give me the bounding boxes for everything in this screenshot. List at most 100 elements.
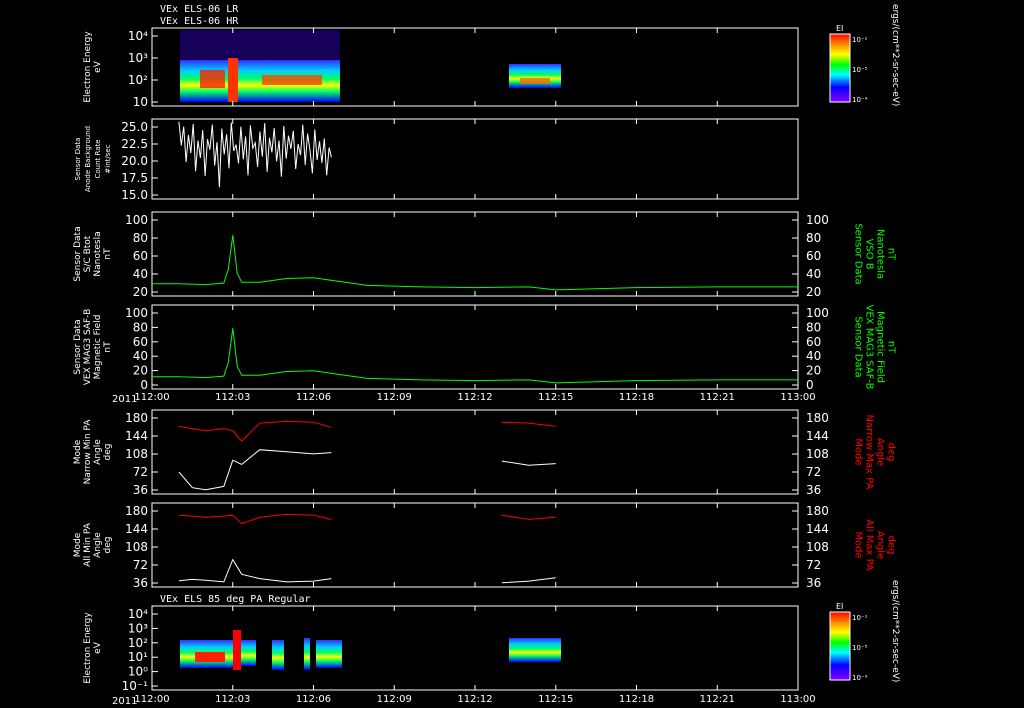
header-title-hr: VEx ELS-06 HR (160, 16, 239, 27)
series-line-pa-max (178, 513, 332, 525)
svg-text:10⁻⁵: 10⁻⁵ (852, 644, 868, 652)
time-tick-label: 112:15 (538, 694, 573, 705)
y-tick-label-right: 0 (806, 378, 814, 392)
svg-text:EI: EI (836, 24, 843, 33)
y-axis-label: Sensor Data (73, 319, 83, 374)
colorbar-units-bottom: ergs/(cm**2-sr-sec-eV) (890, 580, 900, 682)
panel-5-frame (151, 409, 799, 495)
y-tick-label-right: 60 (806, 335, 821, 349)
y-tick-label: 10² (128, 73, 148, 87)
y-tick-label: 15.0 (121, 188, 148, 202)
y-tick-label: 36 (133, 483, 148, 497)
y-axis-label: nT (103, 248, 113, 260)
y-tick-label: 72 (133, 558, 148, 572)
y-tick-label: 17.5 (121, 171, 148, 185)
svg-text:10⁻⁹: 10⁻⁹ (852, 96, 868, 104)
y-tick-label: 10³ (128, 621, 148, 635)
y-tick-label-right: 36 (806, 483, 821, 497)
y-axis-label-right: nT (886, 341, 897, 354)
spectrogram-bottom (180, 630, 561, 670)
y-axis-label: eV (93, 60, 103, 73)
y-axis-label: Anode Background (84, 126, 92, 192)
y-axis-label-right: Sensor Data (853, 223, 864, 284)
y-axis-label: Angle (93, 439, 103, 465)
y-axis-label: eV (93, 641, 103, 654)
time-tick-label: 112:09 (377, 392, 412, 403)
y-axis-label: All Min PA (83, 522, 93, 567)
series-line-bfield (152, 235, 798, 291)
y-axis-label: Angle (93, 532, 103, 558)
time-tick-label: 112:15 (538, 392, 573, 403)
y-tick-label: 100 (125, 306, 148, 320)
y-tick-label: 180 (125, 504, 148, 518)
y-axis-label-right: deg (886, 536, 897, 555)
y-tick-label: 100 (125, 213, 148, 227)
y-axis-label-right: VSO B (864, 238, 875, 269)
y-tick-label-right: 60 (806, 249, 821, 263)
y-tick-label: 40 (133, 267, 148, 281)
header-title-lr: VEx ELS-06 LR (160, 4, 239, 15)
y-tick-label-right: 40 (806, 267, 821, 281)
series-line-pa-min (178, 449, 332, 491)
series-line-background (178, 121, 332, 188)
y-tick-label-right: 108 (806, 447, 829, 461)
y-axis-label: Mode (73, 439, 83, 464)
y-tick-label: 22.5 (121, 137, 148, 151)
time-tick-label: 112:18 (619, 694, 654, 705)
y-axis-label-right: Angle (875, 438, 886, 466)
time-tick-label: 112:21 (700, 392, 735, 403)
y-tick-label-right: 20 (806, 364, 821, 378)
y-tick-label: 10⁰ (128, 665, 148, 679)
y-tick-label: 36 (133, 576, 148, 590)
time-tick-label: 112:09 (377, 694, 412, 705)
y-tick-label-right: 72 (806, 558, 821, 572)
y-axis-label: VEX MAG3 SAF-B (83, 309, 93, 386)
time-tick-label: 113:00 (780, 694, 815, 705)
y-tick-label: 10² (128, 636, 148, 650)
y-axis-label: deg (103, 537, 113, 554)
y-axis-label: #int/sec (104, 144, 112, 173)
y-tick-label: 10³ (128, 51, 148, 65)
y-tick-label-right: 180 (806, 504, 829, 518)
y-axis-label: Mode (73, 532, 83, 557)
y-tick-label: 25.0 (121, 120, 148, 134)
y-axis-label-right: Angle (875, 531, 886, 559)
y-tick-label-right: 100 (806, 213, 829, 227)
y-tick-label: 72 (133, 465, 148, 479)
series-line-bfield (152, 328, 798, 384)
y-axis-label: Narrow Min PA (83, 419, 93, 485)
svg-text:10⁻¹: 10⁻¹ (852, 614, 868, 622)
y-tick-label: 10 (133, 95, 148, 109)
y-tick-label-right: 100 (806, 306, 829, 320)
y-tick-label-right: 72 (806, 465, 821, 479)
y-axis-label: nT (103, 341, 113, 353)
colorbar-bottom: EI 10⁻¹ 10⁻⁵ 10⁻⁹ (829, 602, 868, 682)
y-tick-label: 10⁴ (128, 29, 148, 43)
y-axis-label-right: Magnetic Field (875, 311, 886, 383)
y-axis-label: Count Rate (94, 139, 102, 178)
y-tick-label: 40 (133, 349, 148, 363)
svg-text:EI: EI (836, 602, 843, 611)
series-line-pa-max (501, 421, 556, 427)
time-tick-label: 112:18 (619, 392, 654, 403)
y-tick-label: 80 (133, 320, 148, 334)
y-axis-label: Electron Energy (83, 31, 93, 103)
colorbar-units-top: ergs/(cm**2-sr-sec-eV) (890, 4, 900, 106)
time-tick-label: 112:12 (457, 694, 492, 705)
panel-3-frame (151, 211, 799, 297)
y-tick-label: 144 (125, 429, 148, 443)
time-tick-label: 112:00 (134, 392, 169, 403)
y-axis-label-right: Narrow Max PA (864, 415, 875, 490)
series-line-pa-min (501, 460, 556, 466)
time-tick-label: 112:03 (215, 694, 250, 705)
y-tick-label: 108 (125, 540, 148, 554)
y-tick-label: 10⁴ (128, 607, 148, 621)
panel-6-frame (151, 502, 799, 588)
series-line-pa-min (178, 558, 332, 583)
y-tick-label-right: 144 (806, 522, 829, 536)
spectrogram-top (180, 30, 561, 102)
y-axis-label-right: nT (886, 248, 897, 261)
y-axis-label: deg (103, 444, 113, 461)
y-tick-label: 80 (133, 231, 148, 245)
y-tick-label: 60 (133, 249, 148, 263)
